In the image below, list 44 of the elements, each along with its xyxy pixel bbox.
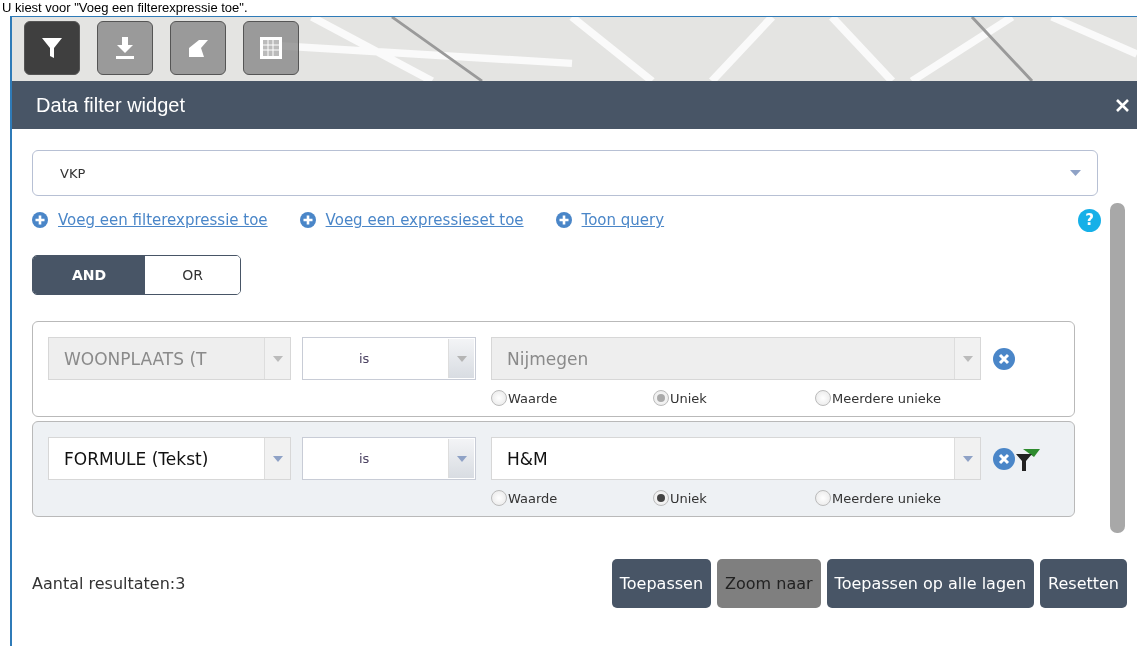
- plus-icon: [299, 212, 316, 228]
- plus-icon: [555, 212, 572, 228]
- plus-icon: [32, 212, 48, 228]
- widget-title: Data filter widget: [36, 93, 185, 117]
- caption: U kiest voor "Voeg een filterexpressie toe".: [1, 0, 249, 16]
- caret-icon: [962, 455, 973, 462]
- add-link[interactable]: Voeg een filterexpressie toe: [58, 211, 268, 229]
- radio-label: Waarde: [508, 391, 558, 406]
- close-icon[interactable]: [1116, 98, 1129, 112]
- funnel-icon: [41, 36, 63, 60]
- toolbar-button[interactable]: [24, 21, 80, 75]
- radio-label: Meerdere unieke: [832, 391, 941, 406]
- scrollbar[interactable]: [1110, 203, 1125, 533]
- grid-icon: [259, 36, 283, 60]
- caret-icon: [456, 455, 467, 462]
- caret-icon: [456, 355, 467, 362]
- radio-label: Uniek: [670, 491, 707, 506]
- value-select[interactable]: H&M: [491, 437, 981, 480]
- radio-button[interactable]: [653, 490, 669, 506]
- toolbar-button[interactable]: [243, 21, 299, 75]
- caret-icon: [272, 455, 283, 462]
- add-link[interactable]: Voeg een expressieset toe: [325, 211, 524, 229]
- action-button[interactable]: Resetten: [1040, 559, 1127, 608]
- shape-icon: [187, 38, 209, 58]
- remove-icon[interactable]: [993, 447, 1015, 470]
- radio-label: Uniek: [670, 391, 707, 406]
- radio-button[interactable]: [491, 490, 507, 506]
- caret-icon: [272, 355, 283, 362]
- layer-select[interactable]: VKP: [32, 150, 1098, 196]
- toolbar-button[interactable]: [97, 21, 153, 75]
- action-button[interactable]: Toepassen: [611, 559, 712, 608]
- add-link[interactable]: Toon query: [581, 211, 665, 229]
- action-button[interactable]: Toepassen op alle lagen: [826, 559, 1035, 608]
- logic-toggle[interactable]: AND: [33, 256, 145, 294]
- operator-select[interactable]: is: [302, 437, 476, 480]
- radio-label: Meerdere unieke: [832, 491, 941, 506]
- caret-icon: [1070, 170, 1081, 176]
- field-select[interactable]: FORMULE (Tekst): [48, 437, 291, 480]
- result-count: Aantal resultaten:3: [32, 574, 186, 593]
- toolbar-button[interactable]: [170, 21, 226, 75]
- caret-icon: [962, 355, 973, 362]
- radio-button[interactable]: [815, 490, 831, 506]
- radio-label: Waarde: [508, 491, 558, 506]
- download-icon: [114, 36, 136, 60]
